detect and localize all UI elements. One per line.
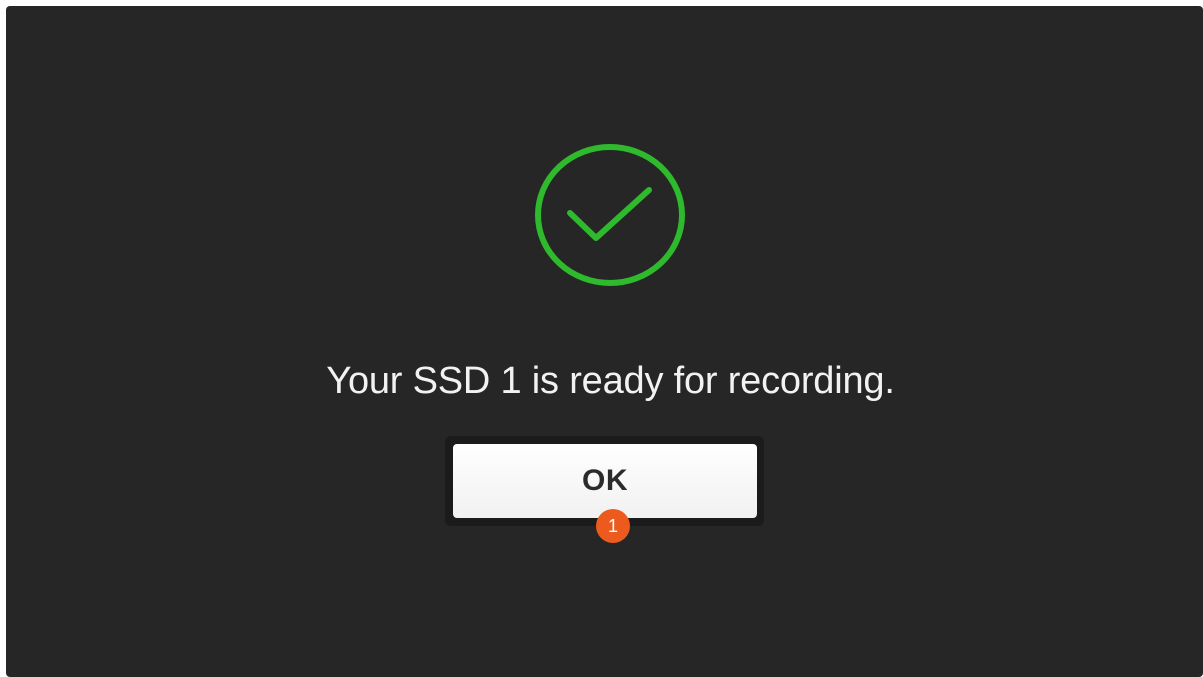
- step-badge: 1: [596, 509, 630, 543]
- checkmark-circle-icon: [533, 142, 687, 288]
- recording-ready-screen: Your SSD 1 is ready for recording.: [6, 6, 1203, 677]
- ready-message: Your SSD 1 is ready for recording.: [326, 360, 895, 402]
- ok-button[interactable]: OK: [453, 444, 757, 518]
